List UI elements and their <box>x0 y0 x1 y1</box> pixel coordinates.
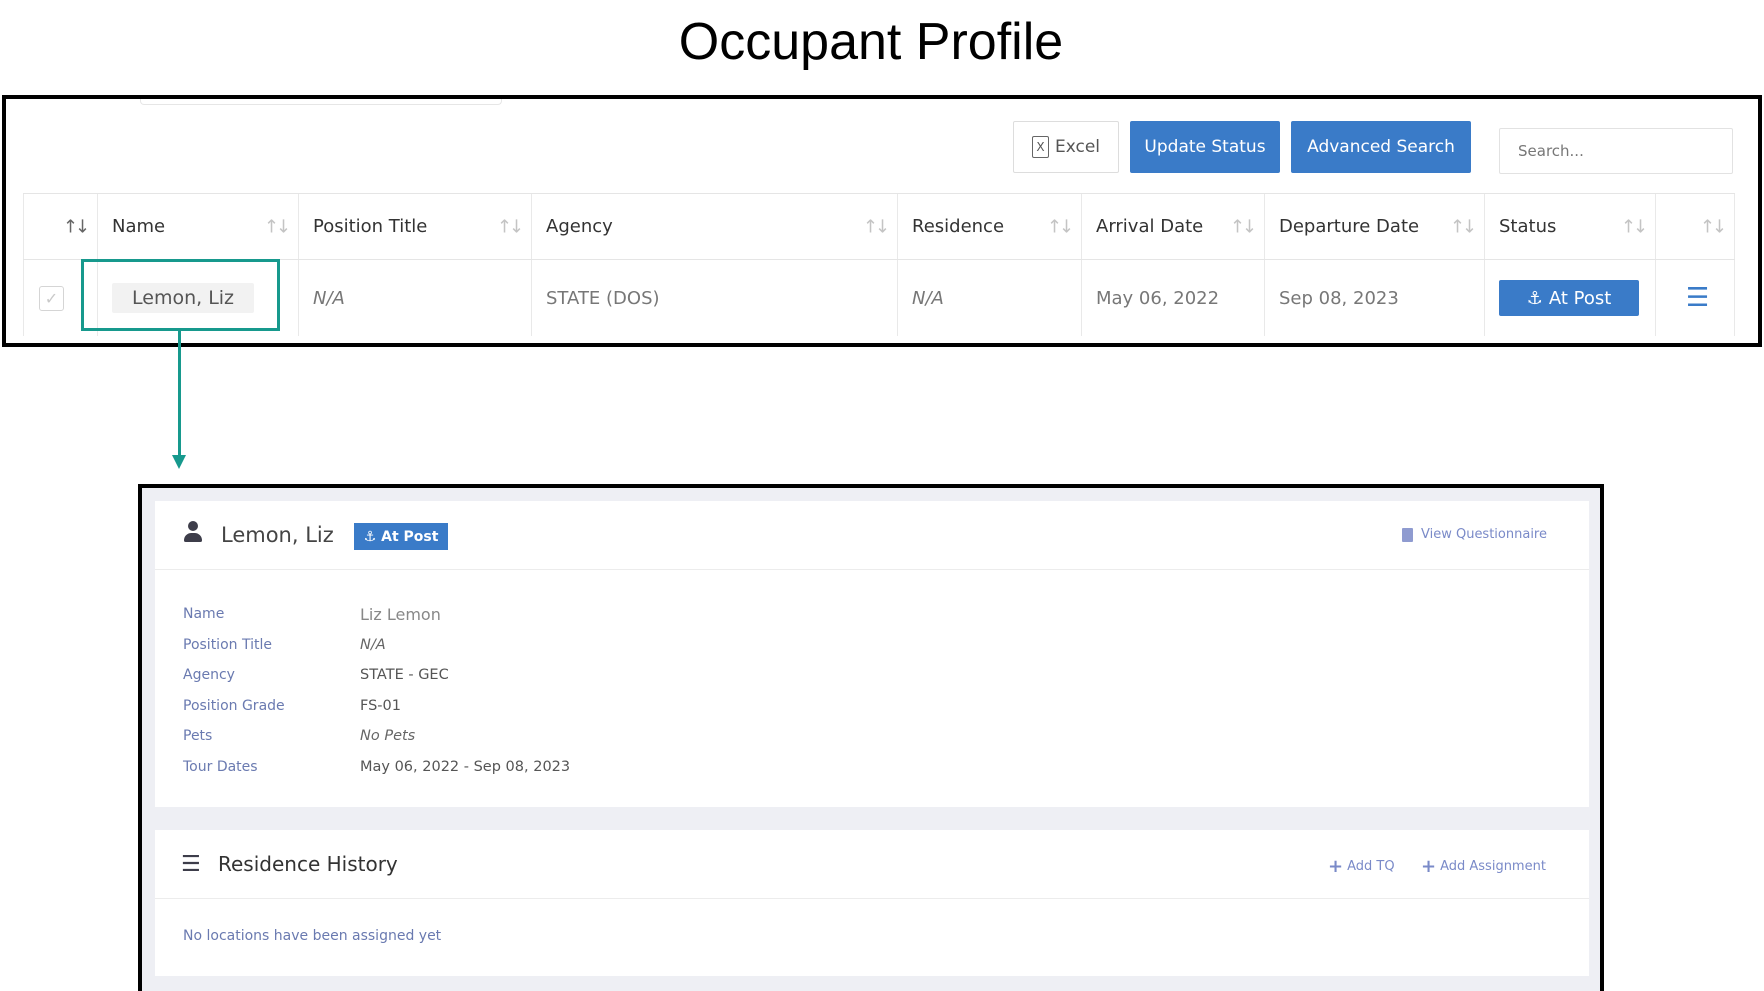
status-badge: ⚓ At Post <box>354 523 448 550</box>
connector-arrow <box>172 455 186 469</box>
add-tq-link[interactable]: + Add TQ <box>1328 856 1395 877</box>
field-row: Tour Dates May 06, 2022 - Sep 08, 2023 <box>183 758 571 775</box>
residence-history-title: Residence History <box>218 852 398 876</box>
table-header: ↑↓ Name ↑↓ Position Title ↑↓ Agency ↑↓ Resi… <box>23 193 1735 260</box>
connector-line <box>178 331 181 457</box>
excel-export-button[interactable]: X Excel <box>1013 121 1119 173</box>
column-header-position-title[interactable]: Position Title ↑↓ <box>298 194 531 259</box>
column-header-select[interactable]: ↑↓ <box>23 194 97 259</box>
column-header-name[interactable]: Name ↑↓ <box>97 194 298 259</box>
profile-header: Lemon, Liz ⚓ At Post View Questionnaire <box>155 501 1589 570</box>
excel-file-icon: X <box>1031 136 1049 158</box>
collapsed-filter-box <box>140 99 502 105</box>
sort-icon[interactable]: ↑↓ <box>1230 216 1257 237</box>
row-menu-list-icon[interactable]: ☰ <box>1686 283 1709 313</box>
column-header-status[interactable]: Status ↑↓ <box>1484 194 1655 259</box>
column-header-actions[interactable]: ↑↓ <box>1655 194 1735 259</box>
plus-icon: + <box>1328 856 1344 877</box>
field-row: Position Grade FS-01 <box>183 697 401 714</box>
column-header-departure-date[interactable]: Departure Date ↑↓ <box>1264 194 1484 259</box>
sort-icon[interactable]: ↑↓ <box>1047 216 1074 237</box>
add-assignment-link[interactable]: + Add Assignment <box>1421 856 1546 877</box>
cell-arrival-date: May 06, 2022 <box>1081 260 1264 336</box>
field-row: Pets No Pets <box>183 728 416 745</box>
sort-icon[interactable]: ↑↓ <box>1621 216 1648 237</box>
person-at-post-icon: ⚓ <box>363 528 377 545</box>
empty-state-message: No locations have been assigned yet <box>183 928 442 944</box>
residence-history-card: ☰ Residence History + Add TQ + Add Assig… <box>155 830 1589 976</box>
search-input[interactable] <box>1499 128 1733 174</box>
column-header-arrival-date[interactable]: Arrival Date ↑↓ <box>1081 194 1264 259</box>
user-icon <box>183 521 203 543</box>
document-icon <box>1401 527 1413 542</box>
advanced-search-button[interactable]: Advanced Search <box>1291 121 1471 173</box>
person-at-post-icon: ⚓ <box>1526 287 1543 309</box>
sort-icon[interactable]: ↑↓ <box>863 216 890 237</box>
sort-icon[interactable]: ↑↓ <box>264 216 291 237</box>
excel-button-label: Excel <box>1054 137 1101 157</box>
field-row: Agency STATE - GEC <box>183 667 449 684</box>
profile-card: Lemon, Liz ⚓ At Post View Questionnaire … <box>155 501 1589 807</box>
plus-icon: + <box>1421 856 1437 877</box>
row-checkbox[interactable]: ✓ <box>39 285 64 311</box>
cell-agency: STATE (DOS) <box>531 260 897 336</box>
profile-fields: Name Liz Lemon Position Title N/A Agency… <box>183 599 570 782</box>
occupant-profile-panel: Lemon, Liz ⚓ At Post View Questionnaire … <box>138 484 1604 991</box>
sort-icon[interactable]: ↑↓ <box>497 216 524 237</box>
sort-icon[interactable]: ↑↓ <box>63 216 90 237</box>
list-icon: ☰ <box>181 852 201 877</box>
name-highlight-box <box>81 259 280 331</box>
page-title: Occupant Profile <box>678 13 1064 71</box>
status-button[interactable]: ⚓ At Post <box>1499 280 1639 316</box>
cell-departure-date: Sep 08, 2023 <box>1264 260 1484 336</box>
cell-residence: N/A <box>897 260 1081 336</box>
field-row: Name Liz Lemon <box>183 604 441 624</box>
sort-icon[interactable]: ↑↓ <box>1450 216 1477 237</box>
column-header-residence[interactable]: Residence ↑↓ <box>897 194 1081 259</box>
sort-icon[interactable]: ↑↓ <box>1700 216 1727 237</box>
check-icon: ✓ <box>44 288 59 308</box>
field-row: Position Title N/A <box>183 636 386 653</box>
update-status-button[interactable]: Update Status <box>1130 121 1280 173</box>
residence-history-header: ☰ Residence History + Add TQ + Add Assig… <box>155 830 1589 899</box>
column-header-agency[interactable]: Agency ↑↓ <box>531 194 897 259</box>
cell-position-title: N/A <box>298 260 531 336</box>
view-questionnaire-link[interactable]: View Questionnaire <box>1401 527 1547 542</box>
profile-name: Lemon, Liz <box>221 523 334 547</box>
